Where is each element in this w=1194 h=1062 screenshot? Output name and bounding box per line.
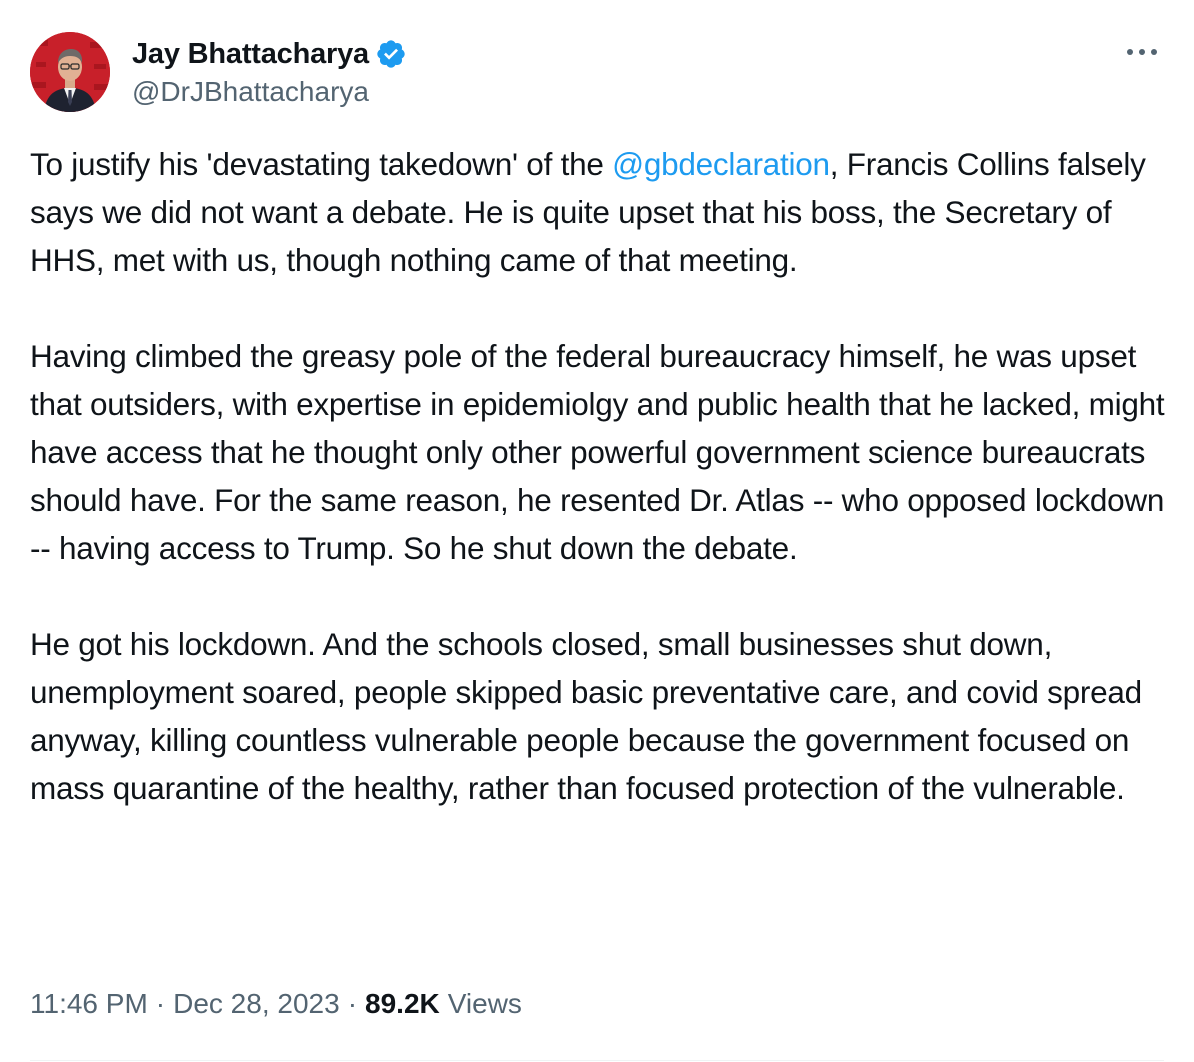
tweet-header: Jay Bhattacharya @DrJBhattacharya: [30, 32, 1164, 114]
tweet: Jay Bhattacharya @DrJBhattacharya To jus…: [0, 0, 1194, 1062]
views-count[interactable]: 89.2K: [365, 988, 440, 1020]
divider: [30, 1060, 1164, 1061]
tweet-text: To justify his 'devastating takedown' of…: [30, 140, 1170, 812]
tweet-metadata: 11:46 PM · Dec 28, 2023 · 89.2K Views: [30, 988, 522, 1020]
tweet-date[interactable]: Dec 28, 2023: [173, 988, 340, 1020]
verified-badge-icon[interactable]: [375, 38, 407, 70]
meta-separator: ·: [347, 988, 358, 1019]
avatar[interactable]: [30, 32, 110, 112]
more-options-icon[interactable]: [1124, 40, 1160, 64]
author-names: Jay Bhattacharya @DrJBhattacharya: [132, 34, 407, 108]
display-name[interactable]: Jay Bhattacharya: [132, 38, 369, 71]
mention-link[interactable]: @gbdeclaration: [612, 146, 830, 182]
tweet-paragraph-2: Having climbed the greasy pole of the fe…: [30, 338, 1165, 566]
tweet-paragraph-3: He got his lockdown. And the schools clo…: [30, 626, 1142, 806]
views-label[interactable]: Views: [448, 988, 522, 1020]
display-name-row: Jay Bhattacharya: [132, 34, 407, 74]
tweet-text-segment: To justify his 'devastating takedown' of…: [30, 146, 613, 182]
tweet-paragraph-1: To justify his 'devastating takedown' of…: [30, 140, 1170, 284]
profile-photo-avatar: [30, 32, 110, 112]
author-handle[interactable]: @DrJBhattacharya: [132, 76, 407, 108]
tweet-time[interactable]: 11:46 PM: [30, 988, 148, 1020]
meta-separator: ·: [155, 988, 166, 1019]
